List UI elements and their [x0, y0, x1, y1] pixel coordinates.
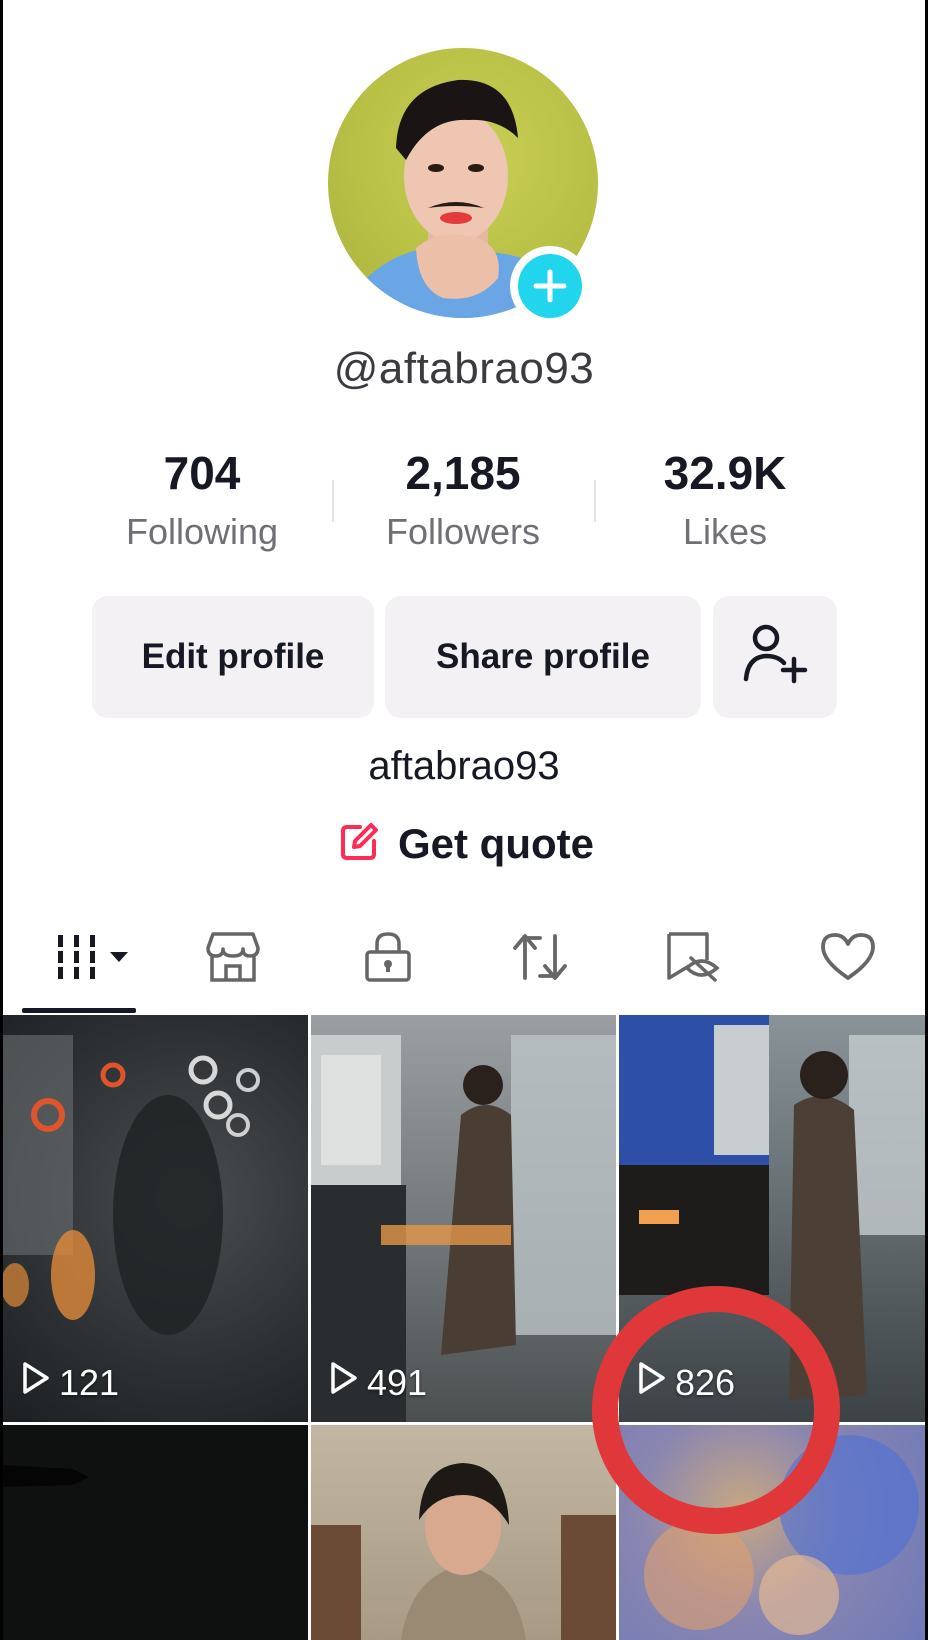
stat-followers[interactable]: 2,185 Followers	[343, 448, 583, 552]
videos-grid-icon	[52, 932, 134, 987]
tab-videos[interactable]	[43, 920, 143, 998]
add-avatar-button[interactable]	[510, 246, 590, 326]
stat-following-value: 704	[163, 447, 241, 499]
play-icon	[21, 1361, 51, 1404]
active-tab-indicator	[22, 1008, 136, 1013]
stat-divider	[594, 480, 596, 522]
view-count-value: 121	[59, 1361, 120, 1403]
stat-following-label: Following	[125, 511, 279, 552]
edit-profile-label: Edit profile	[141, 637, 325, 676]
heart-icon	[819, 931, 877, 988]
lock-icon	[363, 930, 413, 989]
stat-likes-label: Likes	[682, 511, 768, 552]
video-tile[interactable]: 121	[3, 1015, 308, 1422]
stat-divider	[332, 480, 334, 522]
get-quote-link[interactable]: Get quote	[338, 820, 594, 868]
plus-icon	[518, 254, 582, 318]
repost-icon	[510, 930, 570, 989]
edit-profile-button[interactable]: Edit profile	[92, 596, 374, 718]
add-person-icon	[740, 621, 810, 694]
stat-following[interactable]: 704 Following	[82, 448, 322, 552]
add-friends-button[interactable]	[713, 596, 837, 718]
video-tile[interactable]	[3, 1425, 308, 1640]
stat-likes[interactable]: 32.9K Likes	[605, 448, 845, 552]
favorites-hidden-icon	[663, 930, 723, 989]
play-icon	[329, 1361, 359, 1404]
share-profile-button[interactable]: Share profile	[385, 596, 701, 718]
get-quote-label: Get quote	[398, 820, 594, 867]
tab-reposts[interactable]	[495, 920, 585, 998]
view-count-value: 491	[367, 1361, 428, 1403]
edit-note-icon	[338, 821, 380, 868]
share-profile-label: Share profile	[436, 637, 650, 676]
video-tile[interactable]: 491	[311, 1015, 616, 1422]
stat-followers-value: 2,185	[405, 447, 521, 499]
tab-liked[interactable]	[803, 920, 893, 998]
tab-shop[interactable]	[188, 920, 278, 998]
stat-likes-value: 32.9K	[663, 447, 787, 499]
annotation-circle	[592, 1286, 840, 1534]
view-count: 491	[329, 1361, 427, 1404]
profile-handle: @aftabrao93	[333, 344, 595, 393]
stat-followers-label: Followers	[385, 511, 541, 552]
video-tile[interactable]	[311, 1425, 616, 1640]
profile-bio-name: aftabrao93	[368, 744, 560, 788]
profile-tabs	[3, 920, 925, 1014]
view-count: 121	[21, 1361, 119, 1404]
tab-favorites[interactable]	[648, 920, 738, 998]
shop-icon	[205, 930, 261, 989]
tab-private[interactable]	[343, 920, 433, 998]
